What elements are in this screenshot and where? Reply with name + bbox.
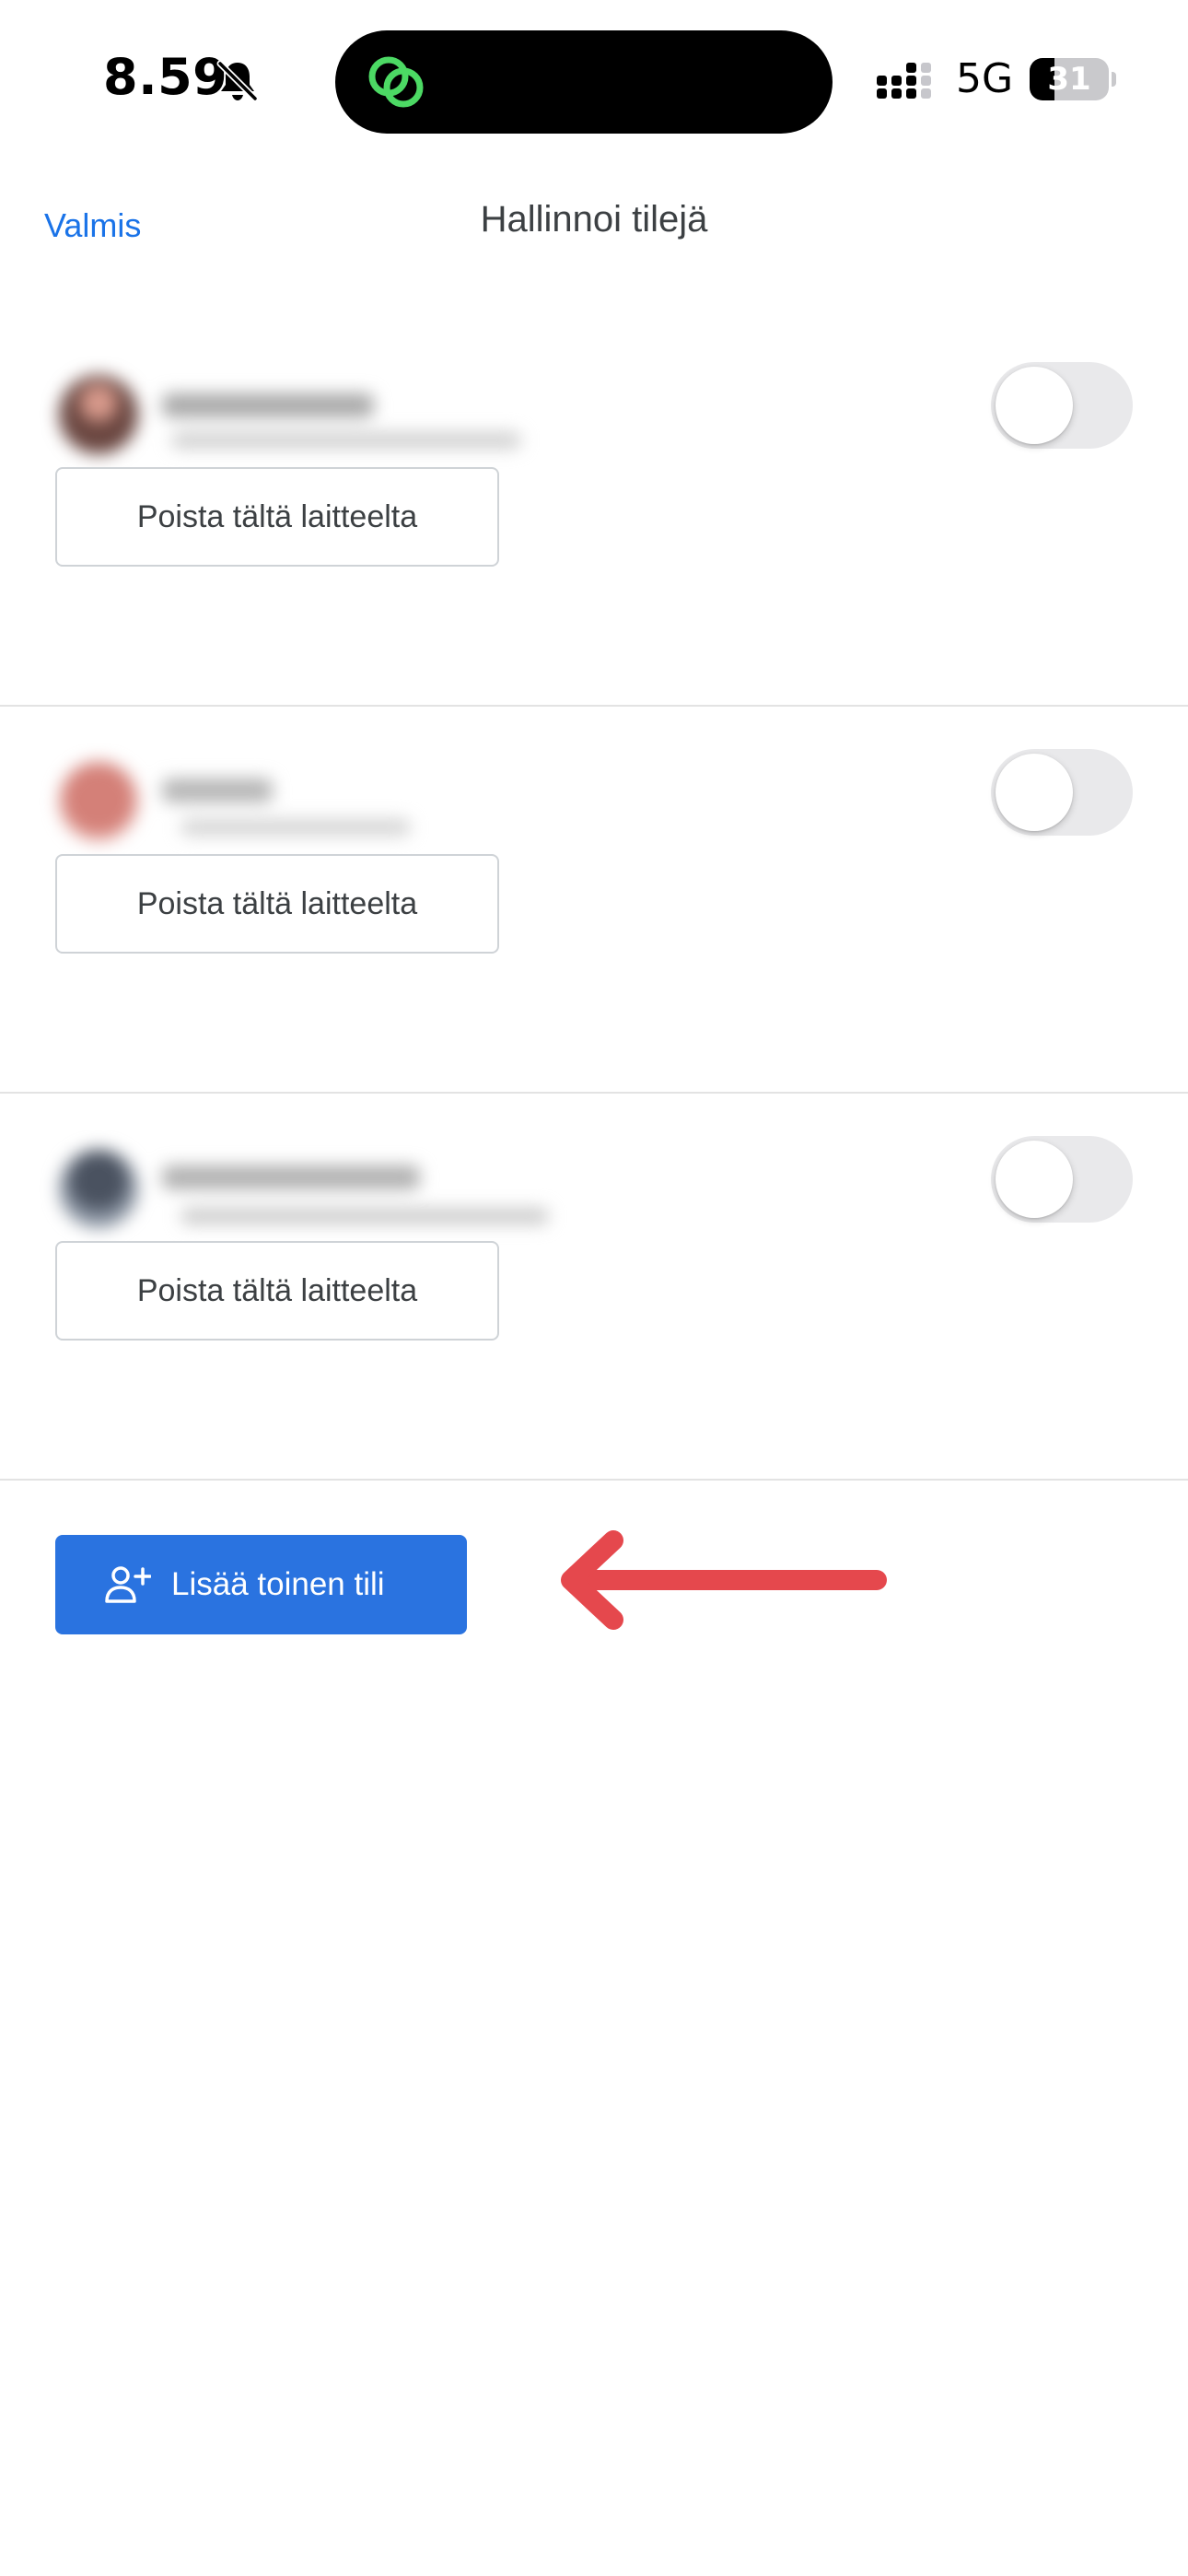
account-info-blurred bbox=[52, 358, 549, 469]
linked-circles-icon bbox=[368, 56, 424, 108]
account-item: Poista tältä laitteelta bbox=[0, 318, 1188, 707]
avatar bbox=[59, 762, 138, 841]
status-bar: 8.59 5G 31 bbox=[0, 0, 1188, 166]
status-time: 8.59 bbox=[103, 48, 228, 106]
avatar bbox=[59, 375, 138, 454]
account-info-blurred bbox=[52, 1132, 549, 1243]
remove-from-device-button[interactable]: Poista tältä laitteelta bbox=[55, 467, 499, 567]
account-toggle[interactable] bbox=[991, 362, 1133, 449]
add-person-icon bbox=[105, 1566, 151, 1603]
avatar bbox=[59, 1149, 138, 1228]
bell-slash-icon bbox=[216, 60, 259, 102]
account-item: Poista tältä laitteelta bbox=[0, 705, 1188, 1094]
network-type: 5G bbox=[956, 55, 1014, 102]
page-title: Hallinnoi tilejä bbox=[480, 199, 708, 240]
dynamic-island bbox=[335, 30, 833, 134]
toggle-knob bbox=[996, 1141, 1073, 1218]
toggle-knob bbox=[996, 367, 1073, 444]
account-toggle[interactable] bbox=[991, 1136, 1133, 1223]
add-account-button[interactable]: Lisää toinen tili bbox=[55, 1535, 467, 1634]
remove-from-device-button[interactable]: Poista tältä laitteelta bbox=[55, 854, 499, 954]
header: Hallinnoi tilejä Valmis bbox=[0, 184, 1188, 267]
add-account-label: Lisää toinen tili bbox=[171, 1566, 385, 1602]
cellular-signal-icon bbox=[877, 63, 931, 99]
account-item: Poista tältä laitteelta bbox=[0, 1092, 1188, 1481]
battery-percent: 31 bbox=[1047, 61, 1091, 98]
toggle-knob bbox=[996, 754, 1073, 831]
battery-indicator: 31 bbox=[1030, 58, 1116, 100]
annotation-arrow-icon bbox=[561, 1530, 887, 1630]
account-toggle[interactable] bbox=[991, 749, 1133, 836]
remove-from-device-button[interactable]: Poista tältä laitteelta bbox=[55, 1241, 499, 1341]
done-button[interactable]: Valmis bbox=[44, 206, 141, 245]
account-info-blurred bbox=[52, 745, 549, 856]
